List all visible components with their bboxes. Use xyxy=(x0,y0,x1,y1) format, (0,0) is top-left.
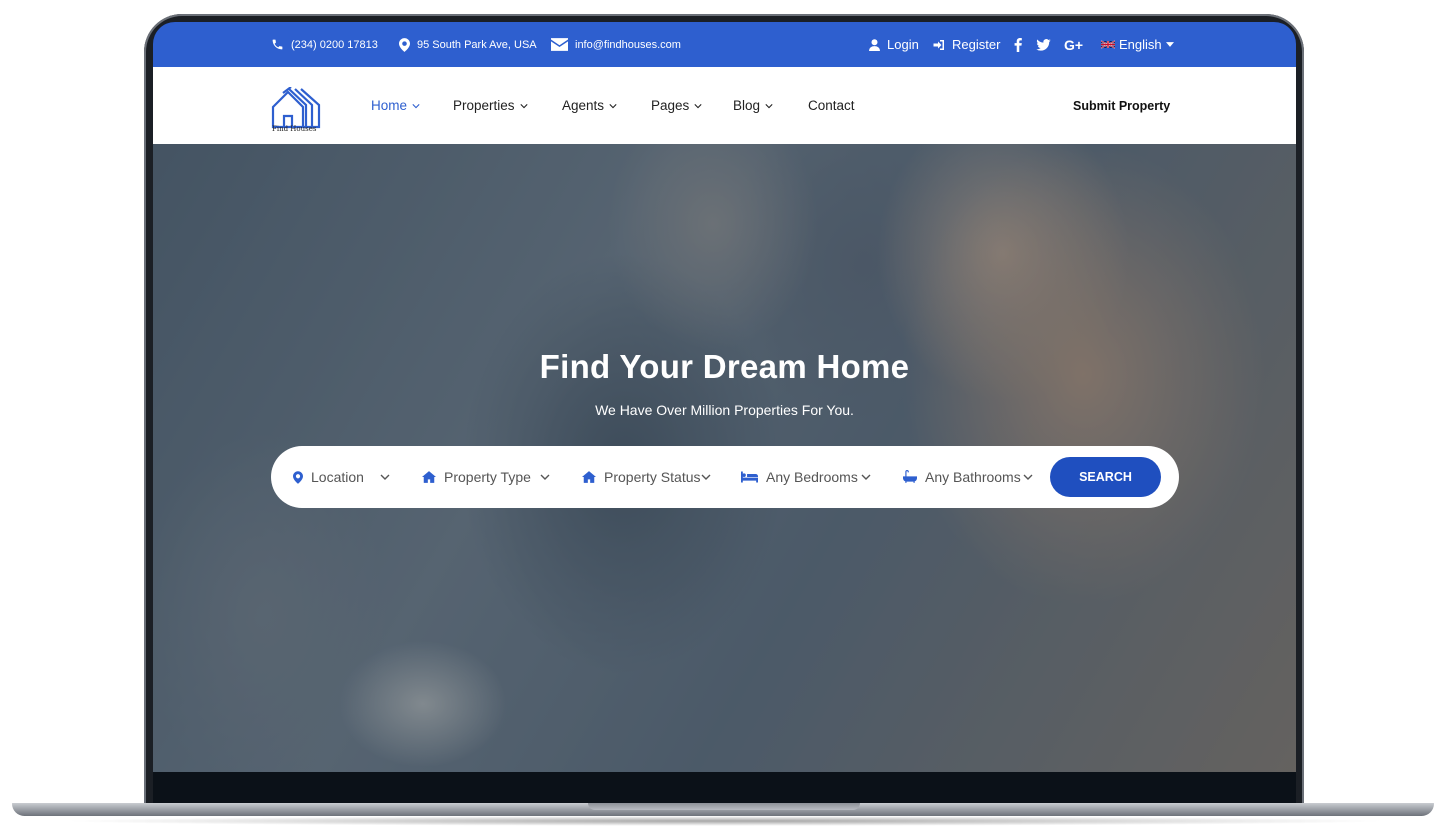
chevron-down-icon xyxy=(765,103,773,108)
phone-contact[interactable]: (234) 0200 17813 xyxy=(271,22,378,67)
property-type-select[interactable]: Property Type xyxy=(422,446,557,508)
register-link[interactable]: Register xyxy=(933,22,1000,67)
twitter-icon xyxy=(1036,38,1051,51)
nav-properties-label: Properties xyxy=(453,98,515,113)
user-icon xyxy=(869,38,880,51)
nav-home[interactable]: Home xyxy=(371,67,420,144)
nav-properties[interactable]: Properties xyxy=(453,67,528,144)
bedrooms-label: Any Bedrooms xyxy=(766,469,858,485)
facebook-link[interactable] xyxy=(1014,22,1022,67)
chevron-down-icon xyxy=(861,474,871,480)
logo-text: Find Houses xyxy=(272,125,317,133)
home-icon xyxy=(582,471,596,483)
property-type-label: Property Type xyxy=(444,469,531,485)
bathrooms-label: Any Bathrooms xyxy=(925,469,1021,485)
uk-flag-icon xyxy=(1101,40,1115,49)
nav-agents-label: Agents xyxy=(562,98,605,113)
main-navbar: Find Houses Home Properties Agents Pages… xyxy=(153,67,1296,145)
language-selector[interactable]: English xyxy=(1101,22,1174,67)
chevron-down-icon xyxy=(540,474,550,480)
chevron-down-icon xyxy=(1023,474,1033,480)
search-bar: Location Property Type Property Status A… xyxy=(271,446,1179,508)
hero-title: Find Your Dream Home xyxy=(539,348,910,385)
chevron-down-icon xyxy=(380,474,390,480)
register-label: Register xyxy=(952,37,1001,52)
laptop-shadow xyxy=(60,816,1390,826)
nav-pages[interactable]: Pages xyxy=(651,67,702,144)
facebook-icon xyxy=(1014,37,1022,52)
map-marker-icon xyxy=(293,470,303,484)
phone-text: (234) 0200 17813 xyxy=(291,38,378,51)
location-select[interactable]: Location xyxy=(293,446,398,508)
property-status-select[interactable]: Property Status xyxy=(582,446,717,508)
caret-down-icon xyxy=(1165,42,1174,47)
laptop-notch xyxy=(588,803,860,810)
nav-contact[interactable]: Contact xyxy=(808,67,855,144)
hero-subtitle: We Have Over Million Properties For You. xyxy=(595,402,854,418)
sign-in-icon xyxy=(933,39,944,50)
email-text: info@findhouses.com xyxy=(575,38,681,51)
address-text: 95 South Park Ave, USA xyxy=(417,38,537,51)
language-label: English xyxy=(1119,37,1162,52)
location-label: Location xyxy=(311,469,364,485)
home-icon xyxy=(422,471,436,483)
property-status-label: Property Status xyxy=(604,469,701,485)
nav-blog[interactable]: Blog xyxy=(733,67,773,144)
bathrooms-select[interactable]: Any Bathrooms xyxy=(903,446,1043,508)
chevron-down-icon xyxy=(694,103,702,108)
nav-contact-label: Contact xyxy=(808,98,855,113)
google-plus-icon: G+ xyxy=(1064,36,1084,53)
hero-section: Find Your Dream Home We Have Over Millio… xyxy=(153,144,1296,772)
google-plus-link[interactable]: G+ xyxy=(1064,22,1083,67)
bath-icon xyxy=(903,470,917,483)
envelope-icon xyxy=(551,38,568,51)
twitter-link[interactable] xyxy=(1036,22,1051,67)
map-pin-icon xyxy=(399,37,410,52)
submit-property-link[interactable]: Submit Property xyxy=(1073,67,1170,144)
bed-icon xyxy=(741,471,758,483)
address-contact: 95 South Park Ave, USA xyxy=(399,22,537,67)
browser-screen: (234) 0200 17813 95 South Park Ave, USA … xyxy=(153,22,1296,772)
login-label: Login xyxy=(887,37,919,52)
nav-blog-label: Blog xyxy=(733,98,761,113)
search-button[interactable]: SEARCH xyxy=(1050,457,1161,497)
screen-bottom-bezel xyxy=(153,772,1296,804)
nav-home-label: Home xyxy=(371,98,408,113)
top-bar: (234) 0200 17813 95 South Park Ave, USA … xyxy=(153,22,1296,67)
chevron-down-icon xyxy=(519,103,528,108)
chevron-down-icon xyxy=(609,103,617,108)
phone-icon xyxy=(272,39,283,50)
login-link[interactable]: Login xyxy=(869,22,919,67)
email-contact[interactable]: info@findhouses.com xyxy=(551,22,681,67)
chevron-down-icon xyxy=(412,103,420,108)
chevron-down-icon xyxy=(701,474,711,480)
nav-agents[interactable]: Agents xyxy=(562,67,617,144)
bedrooms-select[interactable]: Any Bedrooms xyxy=(741,446,881,508)
nav-pages-label: Pages xyxy=(651,98,690,113)
